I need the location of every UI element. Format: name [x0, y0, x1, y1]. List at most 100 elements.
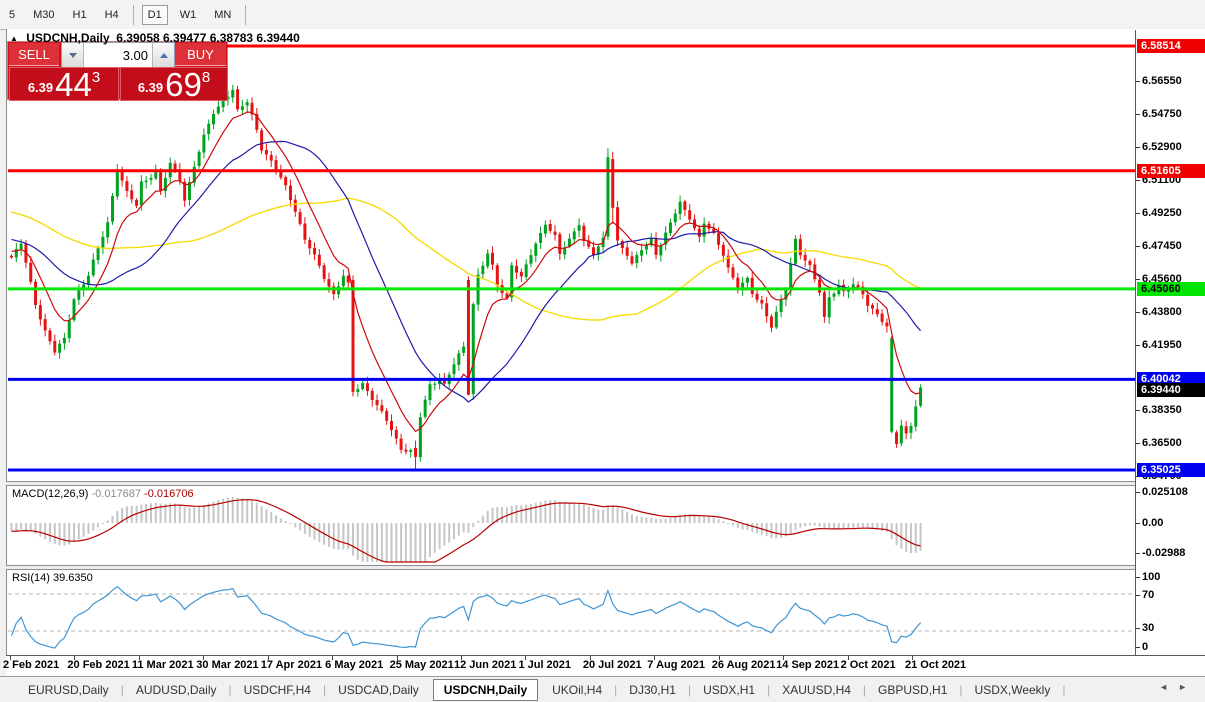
tab-usdchf-h4[interactable]: USDCHF,H4: [234, 680, 321, 700]
sell-price-big: 44: [55, 70, 92, 99]
arrow-up-icon: [160, 53, 168, 58]
rsi-axis-label: 100: [1142, 571, 1160, 583]
candlestick-series: [10, 85, 922, 469]
toolbar-separator: [245, 5, 246, 25]
tab-eurusd-daily[interactable]: EURUSD,Daily: [18, 680, 119, 700]
time-axis-label: 25 May 2021: [390, 659, 454, 671]
tab-separator: |: [121, 683, 124, 697]
volume-decrease-button[interactable]: [62, 43, 83, 67]
macd-label: MACD(12,26,9) -0.017687 -0.016706: [12, 488, 194, 500]
tab-xauusd-h4[interactable]: XAUUSD,H4: [772, 680, 861, 700]
timeframe-button-5[interactable]: 5: [3, 5, 21, 25]
sell-price-sup: 3: [92, 69, 100, 86]
volume-spinner: 3.00: [61, 42, 175, 68]
price-axis-label: 6.49250: [1142, 207, 1182, 219]
toolbar-separator: [133, 5, 134, 25]
time-axis-label: 20 Jul 2021: [583, 659, 642, 671]
macd-axis-label: -0.02988: [1142, 547, 1185, 559]
tab-audusd-daily[interactable]: AUDUSD,Daily: [126, 680, 227, 700]
time-axis-label: 6 May 2021: [325, 659, 383, 671]
current-price-badge: 6.39440: [1137, 383, 1205, 397]
tab-scroll-left-button[interactable]: ◄: [1159, 682, 1178, 692]
rsi-axis-label: 30: [1142, 622, 1154, 634]
price-axis-label: 6.52900: [1142, 141, 1182, 153]
price-axis-label: 6.56550: [1142, 75, 1182, 87]
tab-scroll-arrows: ◄►: [1159, 682, 1197, 692]
price-axis-tick: [1136, 246, 1140, 247]
symbol-name: USDCNH,Daily: [26, 31, 109, 45]
arrow-down-icon: [69, 53, 77, 58]
time-axis-label: 30 Mar 2021: [196, 659, 258, 671]
level-price-badge: 6.58514: [1137, 39, 1205, 53]
timeframe-button-m30[interactable]: M30: [27, 5, 60, 25]
tab-usdcad-daily[interactable]: USDCAD,Daily: [328, 680, 429, 700]
macd-axis-tick: [1136, 492, 1140, 493]
sell-button[interactable]: SELL: [9, 43, 59, 66]
macd-histogram: [11, 497, 922, 562]
ohlc-values: 6.39058 6.39477 6.38783 6.39440: [116, 31, 300, 45]
tab-separator: |: [1062, 683, 1065, 697]
sell-price-display[interactable]: 6.39 44 3: [9, 67, 119, 101]
timeframe-button-mn[interactable]: MN: [208, 5, 237, 25]
time-axis-label: 2 Feb 2021: [3, 659, 59, 671]
tab-usdx-weekly[interactable]: USDX,Weekly: [965, 680, 1061, 700]
buy-price-prefix: 6.39: [138, 80, 163, 95]
time-axis-label: 14 Sep 2021: [776, 659, 839, 671]
price-axis-tick: [1136, 147, 1140, 148]
volume-increase-button[interactable]: [153, 43, 174, 67]
time-axis-label: 17 Apr 2021: [261, 659, 322, 671]
volume-input[interactable]: 3.00: [83, 43, 153, 67]
tab-ukoil-h4[interactable]: UKOil,H4: [542, 680, 612, 700]
timeframe-button-h4[interactable]: H4: [99, 5, 125, 25]
rsi-chart-canvas[interactable]: [8, 570, 1135, 655]
buy-button[interactable]: BUY: [175, 43, 226, 66]
pane-splitter-rsi[interactable]: [6, 565, 1205, 570]
macd-axis-label: 0.025108: [1142, 486, 1188, 498]
macd-axis-tick: [1136, 523, 1140, 524]
tab-separator: |: [614, 683, 617, 697]
price-axis-tick: [1136, 410, 1140, 411]
price-axis-label: 6.36500: [1142, 437, 1182, 449]
price-axis-tick: [1136, 81, 1140, 82]
price-axis[interactable]: 6.565506.547506.529006.511006.492506.474…: [1135, 30, 1205, 655]
macd-value-main: -0.017687: [91, 488, 141, 500]
pane-splitter-macd[interactable]: [6, 481, 1205, 486]
level-price-badge: 6.51605: [1137, 164, 1205, 178]
buy-price-display[interactable]: 6.39 69 8: [120, 67, 228, 101]
rsi-label: RSI(14) 39.6350: [12, 572, 93, 584]
price-axis-tick: [1136, 180, 1140, 181]
tab-usdx-h1[interactable]: USDX,H1: [693, 680, 765, 700]
macd-axis-label: 0.00: [1142, 517, 1163, 529]
level-price-badge: 6.35025: [1137, 463, 1205, 477]
timeframe-button-h1[interactable]: H1: [67, 5, 93, 25]
collapse-triangle-icon[interactable]: ▲: [10, 34, 18, 43]
tab-separator: |: [959, 683, 962, 697]
sell-price-prefix: 6.39: [28, 80, 53, 95]
level-price-badge: 6.45060: [1137, 282, 1205, 296]
rsi-axis-tick: [1136, 628, 1140, 629]
timeframe-button-w1[interactable]: W1: [174, 5, 203, 25]
chart-title: ▲ USDCNH,Daily 6.39058 6.39477 6.38783 6…: [10, 31, 300, 45]
rsi-axis-label: 0: [1142, 641, 1148, 653]
ma-slow-line: [12, 198, 921, 320]
tab-scroll-right-button[interactable]: ►: [1178, 682, 1197, 692]
price-axis-tick: [1136, 345, 1140, 346]
rsi-axis-tick: [1136, 595, 1140, 596]
tab-separator: |: [323, 683, 326, 697]
tab-usdcnh-daily[interactable]: USDCNH,Daily: [433, 679, 538, 701]
tab-dj30-h1[interactable]: DJ30,H1: [619, 680, 686, 700]
one-click-trading-panel: SELL 3.00 BUY 6.39 44 3 6.39 69 8: [8, 42, 227, 99]
tab-gbpusd-h1[interactable]: GBPUSD,H1: [868, 680, 957, 700]
time-axis-label: 21 Oct 2021: [905, 659, 966, 671]
time-axis-label: 2 Oct 2021: [841, 659, 896, 671]
rsi-axis-tick: [1136, 577, 1140, 578]
tab-separator: |: [229, 683, 232, 697]
price-axis-label: 6.54750: [1142, 108, 1182, 120]
timeframe-button-d1[interactable]: D1: [142, 5, 168, 25]
time-axis-label: 11 Mar 2021: [132, 659, 194, 671]
tab-separator: |: [767, 683, 770, 697]
buy-price-sup: 8: [202, 69, 210, 86]
time-axis-label: 7 Aug 2021: [647, 659, 705, 671]
price-axis-label: 6.41950: [1142, 339, 1182, 351]
buy-price-big: 69: [165, 70, 202, 99]
